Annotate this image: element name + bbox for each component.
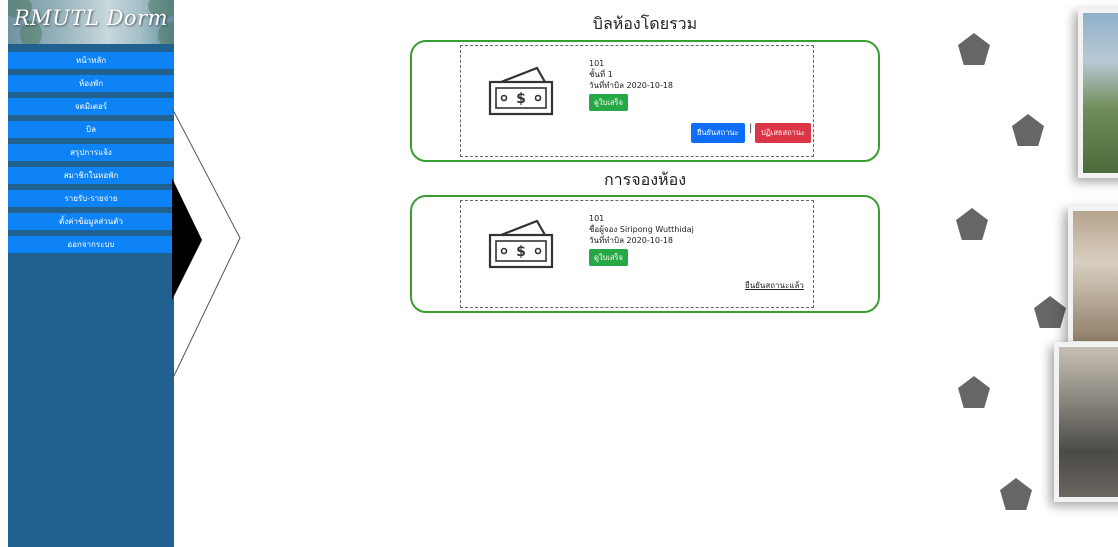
view-receipt-badge[interactable]: ดูใบเสร็จ (589, 94, 628, 111)
sidebar-item-home[interactable]: หน้าหลัก (8, 52, 174, 69)
dorm-photo-2 (1068, 206, 1118, 346)
sidebar: RMUTL Dorm หน้าหลัก ห้องพัก จดมิเตอร์ บิ… (8, 0, 174, 547)
decorative-pentagon (958, 33, 990, 65)
svg-text:$: $ (516, 91, 526, 107)
bill-info: 101 ชั้นที่ 1 วันที่ทำบิล 2020-10-18 ดูใ… (589, 58, 673, 111)
decorative-pentagon (1000, 478, 1032, 510)
logo-text: RMUTL Dorm (13, 6, 169, 30)
sidebar-item-bills[interactable]: บิล (8, 121, 174, 138)
sidebar-item-rooms[interactable]: ห้องพัก (8, 75, 174, 92)
sidebar-nav: หน้าหลัก ห้องพัก จดมิเตอร์ บิล สรุปการแจ… (8, 52, 174, 253)
dorm-photo-1 (1078, 8, 1118, 178)
brand-logo[interactable]: RMUTL Dorm (8, 0, 174, 44)
floor-label: ชั้นที่ 1 (589, 70, 613, 79)
confirm-status-button[interactable]: ยืนยันสถานะ (691, 123, 745, 143)
reject-status-button[interactable]: ปฏิเสธสถานะ (755, 123, 812, 143)
sidebar-item-profile-settings[interactable]: ตั้งค่าข้อมูลส่วนตัว (8, 213, 174, 230)
decorative-pentagon (958, 376, 990, 408)
room-number: 101 (589, 59, 605, 68)
room-number: 101 (589, 214, 605, 223)
bill-card: $ 101 ชั้นที่ 1 วันที่ทำบิล 2020-10-18 ด… (410, 40, 880, 162)
decorative-pentagon (956, 208, 988, 240)
bill-date: วันที่ทำบิล 2020-10-18 (589, 81, 674, 90)
status-confirmed-link[interactable]: ยืนยันสถานะแล้ว (745, 279, 804, 292)
booking-card-inner: $ 101 ชื่อผู้จอง Siripong Wutthidaj วันท… (460, 200, 814, 308)
sidebar-item-finance[interactable]: รายรับ-รายจ่าย (8, 190, 174, 207)
sidebar-item-meter[interactable]: จดมิเตอร์ (8, 98, 174, 115)
dorm-photo-3 (1054, 342, 1118, 502)
money-icon: $ (488, 219, 554, 269)
svg-text:$: $ (516, 244, 526, 260)
decorative-chevron (171, 107, 241, 381)
button-separator: | (749, 123, 753, 134)
sidebar-item-members[interactable]: สมาชิกในหอพัก (8, 167, 174, 184)
booking-card: $ 101 ชื่อผู้จอง Siripong Wutthidaj วันท… (410, 195, 880, 313)
booking-section-title: การจองห้อง (603, 170, 687, 189)
sidebar-item-logout[interactable]: ออกจากระบบ (8, 236, 174, 253)
bill-date: วันที่ทำบิล 2020-10-18 (589, 236, 674, 245)
decorative-pentagon (1034, 296, 1066, 328)
booking-info: 101 ชื่อผู้จอง Siripong Wutthidaj วันที่… (589, 213, 694, 266)
view-receipt-badge[interactable]: ดูใบเสร็จ (589, 249, 628, 266)
sidebar-item-reports[interactable]: สรุปการแจ้ง (8, 144, 174, 161)
money-icon: $ (488, 66, 554, 116)
booker-name: ชื่อผู้จอง Siripong Wutthidaj (589, 225, 694, 234)
bill-card-inner: $ 101 ชั้นที่ 1 วันที่ทำบิล 2020-10-18 ด… (460, 45, 814, 157)
bills-section-title: บิลห้องโดยรวม (592, 14, 698, 33)
decorative-pentagon (1012, 114, 1044, 146)
